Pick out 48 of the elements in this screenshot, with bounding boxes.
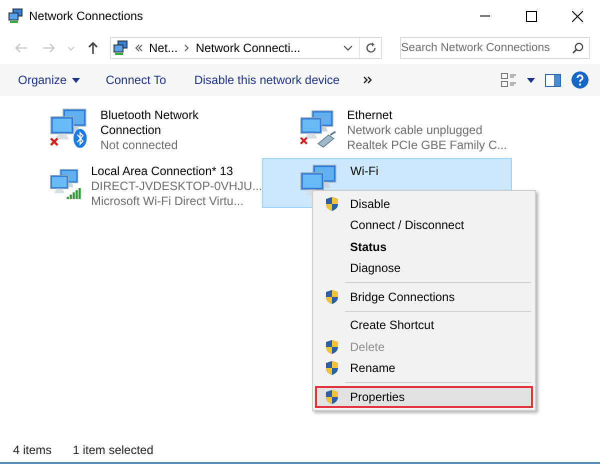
connection-name: Bluetooth Network Connection (100, 108, 200, 138)
double-chevron-icon (362, 76, 372, 84)
refresh-icon (364, 42, 376, 54)
toolbar-button[interactable]: Organize (8, 68, 90, 92)
details-view-icon (501, 73, 517, 87)
menu-item[interactable]: Bridge Connections (315, 286, 533, 308)
close-icon (572, 10, 582, 22)
connection-detail: Microsoft Wi-Fi Direct Virtu... (91, 194, 244, 209)
breadcrumb-item: Network Connecti... (196, 41, 300, 55)
connection-detail: Network cable unplugged (346, 123, 484, 138)
connection-detail: Realtek PCIe GBE Family C... (346, 138, 507, 153)
menu-item[interactable]: Properties (315, 386, 533, 408)
caret-icon (527, 78, 535, 82)
forward-arrow-icon (43, 42, 55, 54)
menu-item[interactable]: Rename (315, 358, 533, 379)
address-bar[interactable]: Net... Network Connecti... (110, 37, 382, 59)
menu-item[interactable]: Diagnose (315, 258, 533, 279)
overflow-chevron-icon (135, 44, 143, 52)
connection-item[interactable]: Ethernet Network cable unplugged Realtek PCIe GBE Family C... (262, 102, 512, 152)
connection-item[interactable]: Bluetooth Network Connection Not connected (12, 102, 262, 152)
network-icon (8, 8, 24, 24)
item-count: 4 items (13, 443, 52, 457)
menu-item[interactable]: Create Shortcut (315, 314, 533, 336)
toolbar-button[interactable]: Disable this network device (184, 68, 350, 92)
connection-name: Wi-Fi (350, 164, 380, 179)
preview-pane-icon (545, 74, 561, 86)
connection-detail: Not connected (100, 138, 179, 153)
help-icon (571, 71, 589, 89)
chevron-down-icon (343, 43, 353, 53)
breadcrumb-item: Net... (149, 41, 178, 55)
connection-name: Local Area Connection* 13 (91, 164, 234, 179)
network-computers-icon (50, 169, 78, 194)
toolbar-button[interactable]: Connect To (96, 68, 176, 92)
network-computers-icon (300, 110, 334, 139)
back-arrow-icon (15, 42, 27, 54)
search-icon (572, 42, 584, 54)
maximize-icon (526, 10, 536, 22)
network-icon (113, 40, 129, 56)
up-arrow-icon (87, 42, 99, 54)
connection-item[interactable]: Local Area Connection* 13 DIRECT-JVDESKTOP-0VHJU... Microsoft Wi-Fi Direct Virtu... (12, 158, 262, 208)
window-title: Network Connections (29, 9, 144, 23)
menu-item[interactable]: Connect / Disconnect (315, 214, 533, 236)
connection-name: Ethernet (346, 108, 394, 123)
search-field[interactable]: Search Network Connections (400, 37, 590, 59)
breadcrumb-chevron-icon (184, 44, 190, 52)
selection-count: 1 item selected (72, 443, 154, 457)
network-computers-icon (50, 108, 86, 140)
menu-item[interactable]: Status (315, 236, 533, 258)
